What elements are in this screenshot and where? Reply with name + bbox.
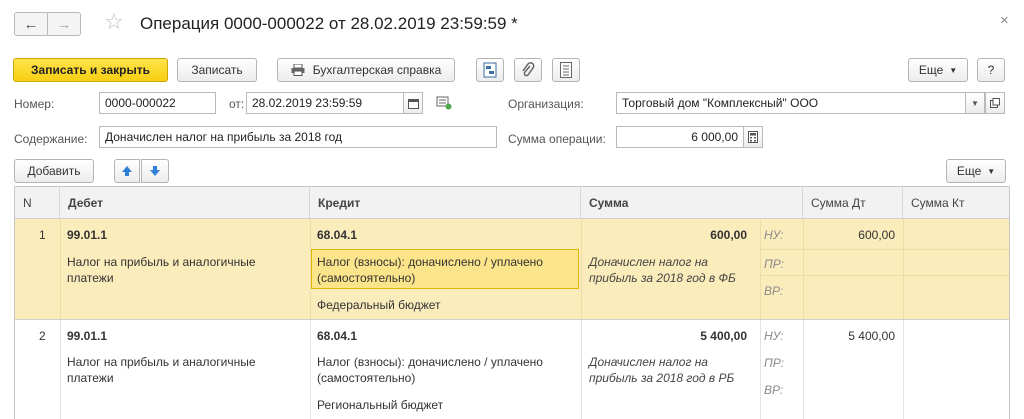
organization-dropdown-button[interactable]: ▼ (965, 92, 985, 114)
open-link-icon (990, 98, 1000, 108)
content-label: Содержание: (14, 132, 88, 146)
date-field[interactable]: 28.02.2019 23:59:59 (246, 92, 404, 114)
date-label: от: (229, 97, 245, 111)
number-field[interactable]: 0000-000022 (99, 92, 216, 114)
table-more-label: Еще (956, 164, 982, 178)
temporary-difference-label: ВР: (764, 383, 784, 397)
structure-button[interactable] (476, 58, 504, 82)
dropdown-arrow-icon: ▼ (949, 65, 958, 75)
table-row[interactable]: 2 99.01.1 Налог на прибыль и аналогичные… (15, 320, 1009, 419)
credit-subconto-1[interactable]: Налог (взносы): доначислено / уплачено (… (317, 254, 575, 286)
tax-accounting-label: НУ: (764, 228, 784, 242)
operation-sum-field[interactable]: 6 000,00 (616, 126, 744, 148)
add-row-button[interactable]: Добавить (14, 159, 94, 183)
content-field[interactable]: Доначислен налог на прибыль за 2018 год (99, 126, 497, 148)
page-title: Операция 0000-000022 от 28.02.2019 23:59… (140, 14, 518, 33)
debit-subconto[interactable]: Налог на прибыль и аналогичные платежи (67, 354, 287, 386)
arrow-left-icon: ← (23, 15, 39, 33)
column-header-n[interactable]: N (15, 187, 60, 219)
save-and-close-button[interactable]: Записать и закрыть (13, 58, 168, 82)
calendar-button[interactable] (403, 92, 423, 114)
sum-dt[interactable]: 600,00 (803, 227, 895, 243)
dropdown-arrow-icon: ▼ (971, 98, 979, 108)
paperclip-icon (522, 62, 535, 77)
dropdown-arrow-icon: ▼ (987, 166, 996, 176)
organization-field[interactable]: Торговый дом "Комплексный" ООО (616, 92, 966, 114)
favorite-star-icon[interactable]: ☆ (104, 9, 124, 35)
accounting-report-button[interactable]: Бухгалтерская справка (277, 58, 455, 82)
credit-subconto-2[interactable]: Региональный бюджет (317, 397, 443, 413)
arrow-right-icon: → (56, 15, 72, 33)
table-header: N Дебет Кредит Сумма Сумма Дт Сумма Кт (15, 187, 1009, 219)
back-button[interactable]: ← (14, 12, 48, 36)
entry-description[interactable]: Доначислен налог на прибыль за 2018 год … (589, 354, 759, 386)
sum-dt[interactable]: 5 400,00 (803, 328, 895, 344)
tax-accounting-label: НУ: (764, 329, 784, 343)
column-header-credit[interactable]: Кредит (310, 187, 581, 219)
row-number: 1 (39, 228, 46, 242)
credit-account[interactable]: 68.04.1 (317, 227, 357, 243)
amount[interactable]: 600,00 (581, 227, 747, 243)
reports-button[interactable] (552, 58, 580, 82)
printer-icon (291, 64, 305, 76)
help-button[interactable]: ? (977, 58, 1005, 82)
arrow-down-icon (150, 166, 160, 176)
column-header-debit[interactable]: Дебет (60, 187, 310, 219)
close-icon[interactable]: × (1000, 12, 1009, 29)
column-header-sum-kt[interactable]: Сумма Кт (903, 187, 1009, 219)
amount[interactable]: 5 400,00 (581, 328, 747, 344)
attachments-button[interactable] (514, 58, 542, 82)
credit-subconto-1[interactable]: Налог (взносы): доначислено / уплачено (… (317, 354, 575, 386)
accounting-report-label: Бухгалтерская справка (312, 63, 442, 77)
entry-description[interactable]: Доначислен налог на прибыль за 2018 год … (589, 254, 759, 286)
column-header-amount[interactable]: Сумма (581, 187, 803, 219)
credit-account[interactable]: 68.04.1 (317, 328, 357, 344)
column-header-sum-dt[interactable]: Сумма Дт (803, 187, 903, 219)
numbering-settings-icon[interactable] (436, 96, 452, 113)
organization-label: Организация: (508, 97, 584, 111)
more-label: Еще (918, 63, 944, 77)
calculator-button[interactable] (743, 126, 763, 148)
credit-subconto-2[interactable]: Федеральный бюджет (317, 297, 441, 313)
debit-subconto[interactable]: Налог на прибыль и аналогичные платежи (67, 254, 287, 286)
debit-account[interactable]: 99.01.1 (67, 328, 107, 344)
operation-sum-label: Сумма операции: (508, 132, 606, 146)
list-document-icon (560, 62, 572, 78)
more-button[interactable]: Еще ▼ (908, 58, 968, 82)
entries-table: N Дебет Кредит Сумма Сумма Дт Сумма Кт 1… (14, 186, 1010, 419)
table-more-button[interactable]: Еще ▼ (946, 159, 1006, 183)
row-number: 2 (39, 329, 46, 343)
number-label: Номер: (14, 97, 55, 111)
temporary-difference-label: ВР: (764, 284, 784, 298)
permanent-difference-label: ПР: (764, 356, 784, 370)
debit-account[interactable]: 99.01.1 (67, 227, 107, 243)
table-row[interactable]: 1 99.01.1 Налог на прибыль и аналогичные… (15, 219, 1009, 319)
arrow-up-icon (122, 166, 132, 176)
save-button[interactable]: Записать (177, 58, 257, 82)
document-structure-icon (483, 62, 497, 78)
move-up-button[interactable] (114, 159, 140, 183)
calendar-icon (407, 98, 419, 109)
move-down-button[interactable] (141, 159, 169, 183)
calculator-icon (748, 131, 758, 143)
forward-button[interactable]: → (47, 12, 81, 36)
permanent-difference-label: ПР: (764, 257, 784, 271)
organization-open-button[interactable] (985, 92, 1005, 114)
